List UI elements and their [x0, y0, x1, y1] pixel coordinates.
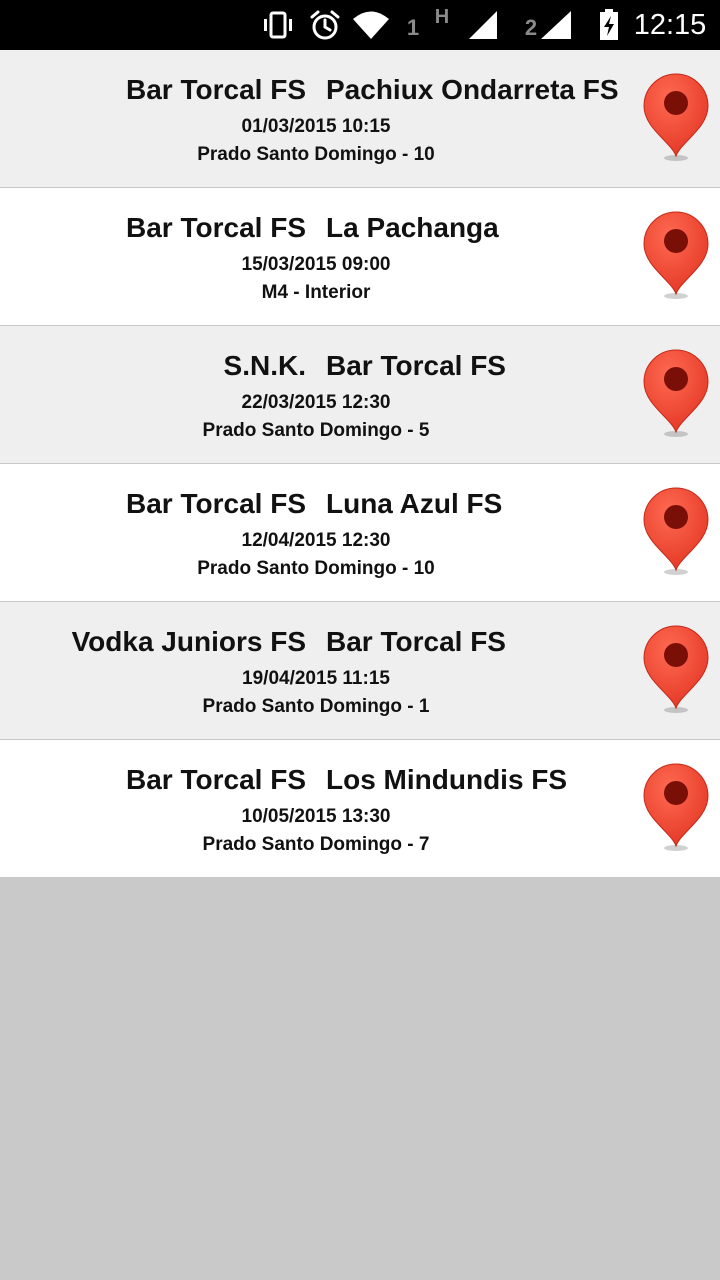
away-team: Bar Torcal FS — [326, 350, 506, 381]
match-teams: Bar Torcal FS La Pachanga — [0, 212, 632, 248]
status-bar: 1 H 2 12:15 — [0, 0, 720, 50]
match-row[interactable]: Bar Torcal FS Luna Azul FS 12/04/2015 12… — [0, 464, 720, 602]
match-datetime: 15/03/2015 09:00 — [241, 254, 391, 275]
match-datetime: 22/03/2015 12:30 — [241, 392, 391, 413]
home-team: Bar Torcal FS — [126, 764, 306, 795]
map-pin-icon[interactable] — [640, 348, 712, 440]
map-pin-icon[interactable] — [640, 72, 712, 164]
match-teams: Bar Torcal FS Los Mindundis FS — [0, 764, 632, 800]
match-venue: Prado Santo Domingo - 10 — [197, 144, 435, 165]
signal-icon — [464, 0, 502, 50]
map-pin-icon[interactable] — [640, 486, 712, 578]
away-team: La Pachanga — [326, 212, 499, 243]
map-pin-icon[interactable] — [640, 210, 712, 302]
match-datetime: 19/04/2015 11:15 — [242, 668, 390, 689]
match-venue: Prado Santo Domingo - 7 — [202, 834, 430, 855]
vibrate-icon — [258, 0, 298, 50]
away-team: Pachiux Ondarreta FS — [326, 74, 619, 105]
match-venue: Prado Santo Domingo - 10 — [197, 558, 435, 579]
match-row[interactable]: Vodka Juniors FS Bar Torcal FS 19/04/201… — [0, 602, 720, 740]
match-teams: S.N.K. Bar Torcal FS — [0, 350, 632, 386]
match-row[interactable]: Bar Torcal FS La Pachanga 15/03/2015 09:… — [0, 188, 720, 326]
signal-icon — [536, 0, 576, 50]
match-teams: Bar Torcal FS Pachiux Ondarreta FS — [0, 74, 632, 110]
map-pin-icon[interactable] — [640, 624, 712, 716]
home-team: Vodka Juniors FS — [71, 626, 306, 657]
match-teams: Vodka Juniors FS Bar Torcal FS — [0, 626, 632, 662]
match-row[interactable]: Bar Torcal FS Pachiux Ondarreta FS 01/03… — [0, 50, 720, 188]
home-team: Bar Torcal FS — [126, 212, 306, 243]
match-row[interactable]: Bar Torcal FS Los Mindundis FS 10/05/201… — [0, 740, 720, 878]
wifi-icon — [350, 0, 392, 50]
match-datetime: 10/05/2015 13:30 — [241, 806, 391, 827]
away-team: Bar Torcal FS — [326, 626, 506, 657]
network-type-label: H — [434, 6, 450, 28]
clock-time: 12:15 — [633, 8, 707, 41]
sim1-label: 1 — [406, 15, 420, 40]
match-datetime: 12/04/2015 12:30 — [241, 530, 391, 551]
match-teams: Bar Torcal FS Luna Azul FS — [0, 488, 632, 524]
match-venue: M4 - Interior — [261, 282, 371, 303]
match-venue: Prado Santo Domingo - 5 — [202, 420, 430, 441]
home-team: Bar Torcal FS — [126, 488, 306, 519]
home-team: S.N.K. — [223, 350, 306, 381]
battery-charging-icon — [594, 0, 624, 50]
match-list: Bar Torcal FS Pachiux Ondarreta FS 01/03… — [0, 50, 720, 878]
alarm-icon — [306, 0, 344, 50]
away-team: Los Mindundis FS — [326, 764, 568, 795]
match-datetime: 01/03/2015 10:15 — [241, 116, 391, 137]
home-team: Bar Torcal FS — [126, 74, 306, 105]
match-venue: Prado Santo Domingo - 1 — [202, 696, 430, 717]
match-row[interactable]: S.N.K. Bar Torcal FS 22/03/2015 12:30 Pr… — [0, 326, 720, 464]
away-team: Luna Azul FS — [326, 488, 503, 519]
map-pin-icon[interactable] — [640, 762, 712, 854]
